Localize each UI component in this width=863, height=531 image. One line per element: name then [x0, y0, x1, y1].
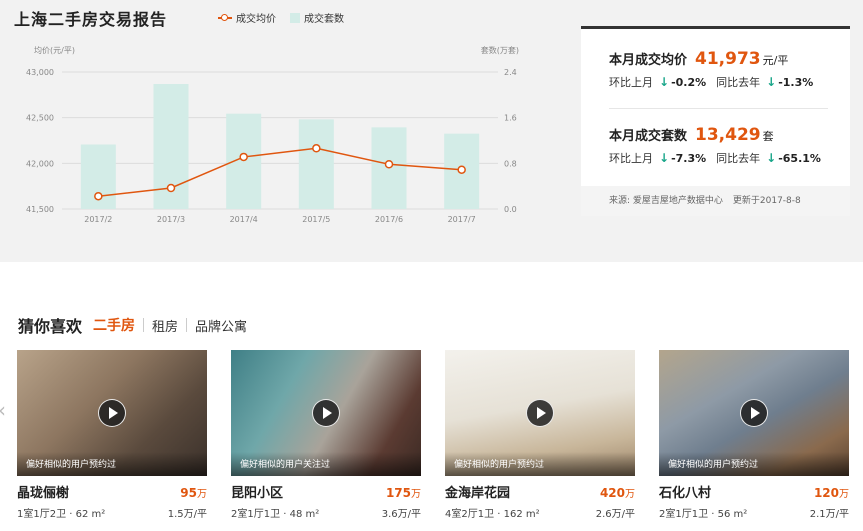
y-left-tick: 42,500: [26, 114, 54, 123]
price-yoy-value: -1.3%: [778, 76, 814, 89]
stats-footer: 来源: 爱屋吉屋地产数据中心 更新于2017-8-8: [581, 186, 850, 216]
listing-name[interactable]: 晶珑俪榭: [17, 482, 69, 501]
price-stat-unit: 元/平: [762, 54, 789, 67]
y-left-tick: 43,000: [26, 68, 54, 77]
update-date: 更新于2017-8-8: [732, 196, 801, 206]
y-right-label: 套数(万套): [481, 45, 519, 55]
line-price: [98, 147, 462, 197]
listing-name[interactable]: 昆阳小区: [231, 482, 283, 501]
recommend-header: 猜你喜欢 二手房 租房 品牌公寓: [18, 313, 255, 337]
down-arrow-icon: ↓: [659, 75, 670, 89]
listing-card[interactable]: 偏好相似的用户关注过 昆阳小区 175万 2室1厅1卫 · 48 m² 3.6万…: [231, 350, 421, 520]
stats-panel: 本月成交均价 41,973 元/平 环比上月 ↓ -0.2% 同比去年 ↓ -1…: [581, 26, 850, 216]
listing-card[interactable]: 偏好相似的用户预约过 金海岸花园 420万 4室2厅1卫 · 162 m² 2.…: [445, 350, 635, 520]
line-point: [457, 165, 466, 174]
count-mom-value: -7.3%: [671, 152, 707, 165]
yoy-label: 同比去年: [716, 152, 761, 165]
listing-photo[interactable]: 偏好相似的用户预约过: [17, 350, 207, 476]
price-mom-value: -0.2%: [671, 76, 707, 89]
line-marker-icon: [218, 13, 232, 23]
y-left-label: 均价(元/平): [34, 45, 75, 55]
y-left-tick: 41,500: [26, 205, 54, 214]
x-tick-label: 2017/3: [157, 215, 185, 224]
play-icon[interactable]: [312, 399, 340, 427]
listing-card[interactable]: 偏好相似的用户预约过 晶珑俪榭 95万 1室1厅2卫 · 62 m² 1.5万/…: [17, 350, 207, 520]
listing-unit-price: 2.6万/平: [595, 509, 635, 520]
line-point: [239, 152, 248, 162]
down-arrow-icon: ↓: [766, 75, 777, 89]
section-title: 猜你喜欢: [18, 317, 83, 336]
y-right-tick: 1.6: [504, 114, 517, 123]
y-right-tick: 0.0: [504, 205, 517, 214]
tab-rent[interactable]: 租房: [144, 316, 186, 335]
listing-photo[interactable]: 偏好相似的用户预约过: [659, 350, 849, 476]
legend-count[interactable]: 成交套数: [290, 10, 344, 25]
listing-price: 420万: [599, 486, 635, 500]
listing-price: 95万: [180, 486, 207, 500]
listing-layout: 2室1厅1卫 · 48 m²: [231, 509, 320, 520]
price-stat-label: 本月成交均价: [609, 53, 688, 68]
line-point: [384, 159, 394, 169]
y-right-tick: 2.4: [504, 68, 517, 77]
x-tick-label: 2017/5: [302, 215, 330, 224]
x-tick-label: 2017/6: [375, 215, 403, 224]
chevron-left-icon[interactable]: ‹: [0, 398, 6, 422]
listing-caption: 偏好相似的用户关注过: [231, 452, 421, 476]
legend-count-label: 成交套数: [304, 14, 344, 25]
data-source: 来源: 爱屋吉屋地产数据中心: [609, 196, 723, 206]
bar-count: [298, 119, 334, 209]
legend-price[interactable]: 成交均价: [218, 10, 276, 25]
listing-name[interactable]: 石化八村: [659, 482, 711, 501]
count-yoy-value: -65.1%: [778, 152, 821, 165]
bar-count: [226, 113, 262, 209]
count-stat-label: 本月成交套数: [609, 129, 688, 144]
listing-caption: 偏好相似的用户预约过: [17, 452, 207, 476]
x-tick-label: 2017/4: [230, 215, 258, 224]
play-icon[interactable]: [740, 399, 768, 427]
down-arrow-icon: ↓: [659, 151, 670, 165]
listing-caption: 偏好相似的用户预约过: [445, 452, 635, 476]
listing-name[interactable]: 金海岸花园: [445, 482, 510, 501]
price-volume-chart: 均价(元/平) 套数(万套) 41,500 0.0 42,000 0.8 42,500 1.6…: [26, 45, 519, 224]
listing-photo[interactable]: 偏好相似的用户关注过: [231, 350, 421, 476]
chart-legend: 成交均价 成交套数: [218, 10, 344, 25]
listing-photo[interactable]: 偏好相似的用户预约过: [445, 350, 635, 476]
price-stat: 本月成交均价 41,973 元/平 环比上月 ↓ -0.2% 同比去年 ↓ -1…: [609, 49, 828, 90]
y-right-tick: 0.8: [504, 159, 517, 168]
legend-price-label: 成交均价: [236, 14, 276, 25]
listing-unit-price: 3.6万/平: [381, 509, 421, 520]
count-stat: 本月成交套数 13,429 套 环比上月 ↓ -7.3% 同比去年 ↓ -65.…: [609, 125, 828, 166]
listing-card[interactable]: 偏好相似的用户预约过 石化八村 120万 2室1厅1卫 · 56 m² 2.1万…: [659, 350, 849, 520]
x-tick-label: 2017/7: [448, 215, 476, 224]
bar-swatch-icon: [290, 12, 300, 23]
tab-second-hand[interactable]: 二手房: [91, 315, 143, 335]
listing-layout: 1室1厅2卫 · 62 m²: [17, 509, 106, 520]
listing-layout: 2室1厅1卫 · 56 m²: [659, 509, 748, 520]
x-tick-label: 2017/2: [84, 215, 112, 224]
listing-price: 120万: [813, 486, 849, 500]
down-arrow-icon: ↓: [766, 151, 777, 165]
play-icon[interactable]: [526, 399, 554, 427]
mom-label: 环比上月: [609, 152, 653, 165]
line-point: [312, 144, 321, 153]
divider: [609, 108, 828, 109]
report-section: 上海二手房交易报告 成交均价 成交套数 均价(元/平) 套数(万套) 41,500 0…: [0, 0, 863, 262]
yoy-label: 同比去年: [716, 76, 761, 89]
report-title: 上海二手房交易报告: [14, 10, 168, 29]
count-stat-unit: 套: [762, 130, 774, 143]
line-point: [94, 191, 103, 201]
line-point: [166, 183, 176, 193]
listing-layout: 4室2厅1卫 · 162 m²: [445, 509, 540, 520]
play-icon[interactable]: [98, 399, 126, 427]
y-left-tick: 42,000: [26, 159, 54, 168]
mom-label: 环比上月: [609, 76, 653, 89]
price-stat-value: 41,973: [695, 49, 761, 69]
tab-brand-apartment[interactable]: 品牌公寓: [187, 316, 255, 335]
listing-price: 175万: [385, 486, 421, 500]
listing-unit-price: 1.5万/平: [167, 509, 207, 520]
listing-caption: 偏好相似的用户预约过: [659, 452, 849, 476]
count-stat-value: 13,429: [695, 125, 761, 145]
listing-unit-price: 2.1万/平: [809, 509, 849, 520]
